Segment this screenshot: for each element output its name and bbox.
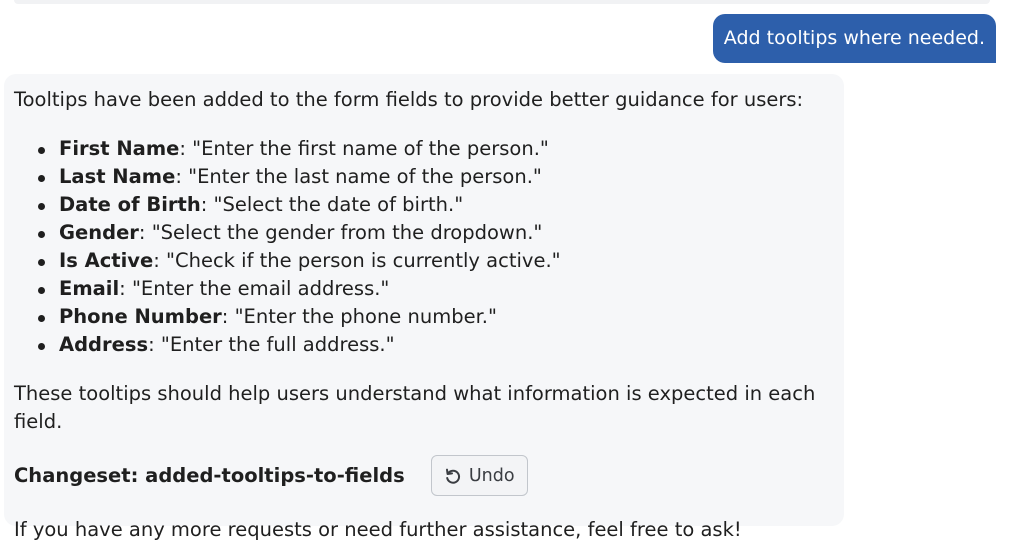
tooltip-list: First Name: "Enter the first name of the…: [14, 135, 834, 359]
user-message-text: Add tooltips where needed.: [723, 27, 985, 49]
list-item: Email: "Enter the email address.": [38, 275, 834, 303]
field-name: Phone Number: [59, 305, 222, 328]
tooltip-text: : "Check if the person is currently acti…: [153, 249, 561, 272]
tooltip-text: : "Enter the full address.": [148, 333, 395, 356]
changeset-row: Changeset: added-tooltips-to-fields Undo: [14, 455, 834, 496]
assistant-message-bubble: Tooltips have been added to the form fie…: [4, 74, 844, 541]
undo-button-label: Undo: [468, 465, 515, 486]
field-name: Address: [59, 333, 149, 356]
assistant-closing-text: If you have any more requests or need fu…: [14, 518, 742, 541]
undo-button[interactable]: Undo: [430, 455, 528, 496]
tooltip-text: : "Enter the phone number.": [221, 305, 497, 328]
list-item: First Name: "Enter the first name of the…: [38, 135, 834, 163]
tooltip-text: : "Enter the first name of the person.": [179, 137, 549, 160]
field-name: Date of Birth: [59, 193, 201, 216]
user-message-bubble: Add tooltips where needed.: [712, 14, 996, 63]
undo-icon: [444, 467, 462, 485]
tooltip-text: : "Select the gender from the dropdown.": [138, 221, 543, 244]
list-item: Phone Number: "Enter the phone number.": [38, 303, 834, 331]
changeset-label: Changeset: added-tooltips-to-fields: [14, 463, 405, 487]
list-item: Date of Birth: "Select the date of birth…: [38, 191, 834, 219]
list-item: Last Name: "Enter the last name of the p…: [38, 163, 834, 191]
field-name: Email: [59, 277, 120, 300]
assistant-intro-text: Tooltips have been added to the form fie…: [14, 88, 804, 111]
tooltip-text: : "Select the date of birth.": [200, 193, 464, 216]
tooltip-text: : "Enter the email address.": [119, 277, 390, 300]
assistant-conclusion-text: These tooltips should help users underst…: [14, 382, 816, 433]
field-name: First Name: [59, 137, 180, 160]
field-name: Is Active: [59, 249, 154, 272]
list-item: Gender: "Select the gender from the drop…: [38, 219, 834, 247]
field-name: Gender: [59, 221, 139, 244]
list-item: Is Active: "Check if the person is curre…: [38, 247, 834, 275]
previous-message-edge: [14, 0, 990, 4]
tooltip-text: : "Enter the last name of the person.": [175, 165, 542, 188]
list-item: Address: "Enter the full address.": [38, 331, 834, 359]
field-name: Last Name: [59, 165, 176, 188]
